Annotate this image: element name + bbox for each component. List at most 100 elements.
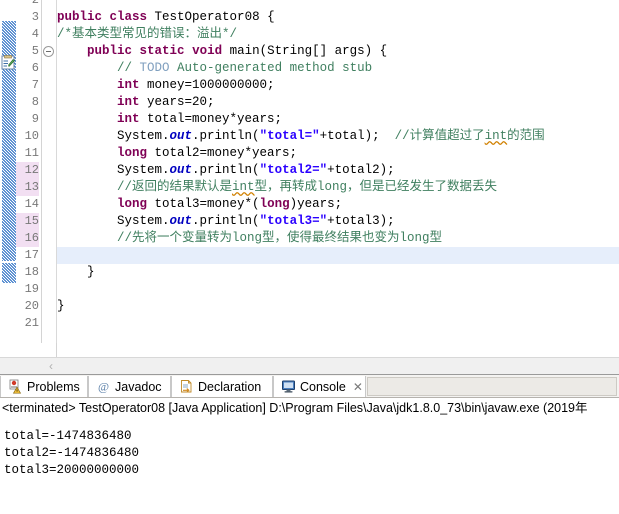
- keyword-token: int: [117, 112, 140, 126]
- code-line: }: [57, 298, 619, 315]
- code-token: total=money*years;: [139, 112, 283, 126]
- code-token: +total);: [319, 129, 380, 143]
- string-token: "total=": [259, 129, 320, 143]
- code-token: .println(: [192, 129, 260, 143]
- tab-label: Javadoc: [115, 379, 162, 394]
- line-number: 20: [24, 299, 39, 313]
- code-line-caret: [57, 247, 619, 264]
- comment-token: //先将一个变量转为long型，使得最终结果也变为long型: [117, 231, 443, 245]
- tab-label: Problems: [27, 379, 80, 394]
- line-number: 4: [31, 27, 39, 41]
- code-token: System.: [117, 214, 170, 228]
- declaration-icon: [179, 379, 194, 394]
- view-tab-bar: Problems @ Javadoc Declaration Console ✕: [0, 375, 619, 397]
- code-token: }: [57, 299, 65, 313]
- code-line: int total=money*years;: [57, 111, 619, 128]
- string-token: "total3=": [259, 214, 328, 228]
- code-line: public class TestOperator08 {: [57, 9, 619, 26]
- folding-ruler[interactable]: [42, 0, 57, 374]
- keyword-token: long: [259, 197, 290, 211]
- comment-token: Auto-generated method stub: [169, 61, 373, 75]
- code-token: System.: [117, 129, 170, 143]
- code-line: /*基本类型常见的错误：溢出*/: [57, 26, 619, 43]
- code-editor[interactable]: 2 3 4 5 6 7 8 9 10 11 12 13 14 15 16 17 …: [0, 0, 619, 374]
- code-token: System.: [117, 163, 170, 177]
- todo-task-marker-icon[interactable]: [1, 55, 16, 70]
- annotation-ruler[interactable]: [0, 0, 16, 374]
- console-output-line: total=-1474836480: [4, 429, 132, 443]
- code-line: int years=20;: [57, 94, 619, 111]
- tab-console[interactable]: Console ✕: [273, 376, 366, 397]
- collapse-fold-icon[interactable]: [43, 46, 54, 57]
- todo-tag-token: TODO: [139, 61, 170, 75]
- code-token: +total3);: [327, 214, 395, 228]
- line-number: 7: [31, 78, 39, 92]
- close-icon[interactable]: ✕: [353, 381, 363, 393]
- comment-token: /*基本类型常见的错误：溢出*/: [57, 27, 238, 41]
- line-number: 5: [31, 44, 39, 58]
- code-token: .println(: [192, 214, 260, 228]
- svg-text:@: @: [98, 380, 109, 394]
- code-line: System.out.println("total2="+total2);: [57, 162, 619, 179]
- code-line: System.out.println("total3="+total3);: [57, 213, 619, 230]
- keyword-token: public: [57, 10, 103, 24]
- editor-horizontal-scrollbar[interactable]: ‹: [0, 357, 619, 374]
- gutter-stub: [16, 343, 57, 357]
- code-line: //返回的结果默认是int型，再转成long，但是已经发生了数据丢失: [57, 179, 619, 196]
- field-token: out: [169, 163, 193, 177]
- line-number: 12: [16, 162, 39, 179]
- line-number-gutter[interactable]: 2 3 4 5 6 7 8 9 10 11 12 13 14 15 16 17 …: [16, 0, 42, 374]
- code-token: total3=money*(: [147, 197, 260, 211]
- comment-token: //计算值超过了: [394, 129, 485, 143]
- code-line: public static void main(String[] args) {: [57, 43, 619, 60]
- comment-spell-token: int: [232, 180, 255, 194]
- line-number: 11: [24, 146, 39, 160]
- line-number: 17: [24, 248, 39, 262]
- line-number: 8: [31, 95, 39, 109]
- change-bar: [2, 263, 16, 283]
- tab-label: Declaration: [198, 379, 262, 394]
- tab-bar-filler: [367, 377, 617, 396]
- line-number: 10: [24, 129, 39, 143]
- line-number: 21: [24, 316, 39, 330]
- code-line: long total2=money*years;: [57, 145, 619, 162]
- line-number: 18: [24, 265, 39, 279]
- line-number: 3: [31, 10, 39, 24]
- string-token: "total2=": [259, 163, 328, 177]
- code-token: total2=money*years;: [147, 146, 298, 160]
- console-output-line: total3=20000000000: [4, 463, 140, 477]
- field-token: out: [169, 129, 193, 143]
- code-token: }: [87, 265, 95, 279]
- line-number: 13: [16, 179, 39, 196]
- line-number: 19: [24, 282, 39, 296]
- keyword-token: public: [87, 44, 133, 58]
- keyword-token: long: [117, 197, 148, 211]
- comment-token: 型，再转成long，但是已经发生了数据丢失: [254, 180, 498, 194]
- javadoc-icon: @: [96, 379, 111, 394]
- code-line: }: [57, 264, 619, 281]
- code-line: // TODO Auto-generated method stub: [57, 60, 619, 77]
- code-line: long total3=money*(long)years;: [57, 196, 619, 213]
- code-token: +total2);: [327, 163, 395, 177]
- keyword-token: class: [109, 10, 148, 24]
- tab-declaration[interactable]: Declaration: [171, 376, 273, 397]
- code-line: int money=1000000000;: [57, 77, 619, 94]
- code-token: years=20;: [139, 95, 215, 109]
- code-token: )years;: [289, 197, 343, 211]
- comment-token: //: [117, 61, 140, 75]
- keyword-token: int: [117, 78, 140, 92]
- tab-javadoc[interactable]: @ Javadoc: [88, 376, 171, 397]
- code-line: //先将一个变量转为long型，使得最终结果也变为long型: [57, 230, 619, 247]
- scroll-left-arrow-icon[interactable]: ‹: [44, 358, 58, 374]
- keyword-token: static: [139, 44, 185, 58]
- tab-problems[interactable]: Problems: [0, 376, 88, 397]
- line-number: 14: [24, 197, 39, 211]
- tab-label: Console: [300, 379, 346, 394]
- code-text-area[interactable]: public class TestOperator08 { /*基本类型常见的错…: [57, 0, 619, 374]
- comment-token: //返回的结果默认是: [117, 180, 233, 194]
- comment-spell-token: int: [484, 129, 508, 143]
- console-view[interactable]: <terminated> TestOperator08 [Java Applic…: [0, 397, 619, 514]
- code-token: money=1000000000;: [139, 78, 275, 92]
